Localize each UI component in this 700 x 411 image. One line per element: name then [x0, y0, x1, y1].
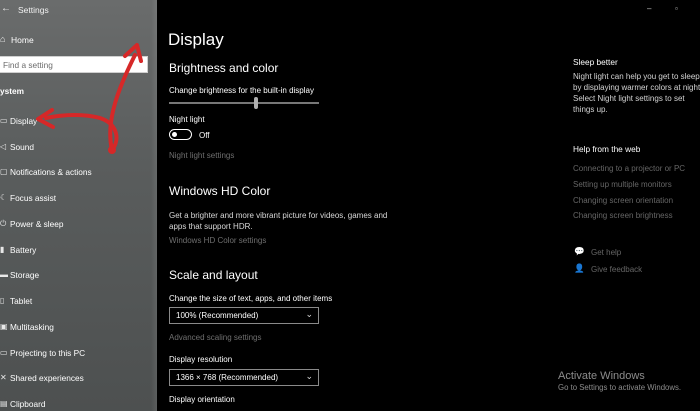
- help-web-heading: Help from the web: [573, 144, 641, 154]
- brightness-slider[interactable]: [169, 97, 319, 109]
- brightness-heading: Brightness and color: [169, 61, 279, 75]
- help-link-brightness[interactable]: Changing screen brightness: [573, 211, 673, 220]
- storage-icon: ▬: [0, 270, 8, 279]
- slider-thumb[interactable]: [254, 97, 258, 109]
- sidebar-item-focus-assist[interactable]: ☾ Focus assist: [0, 191, 150, 207]
- night-light-settings-link[interactable]: Night light settings: [169, 151, 234, 160]
- sleep-better-heading: Sleep better: [573, 57, 618, 67]
- monitor-icon: ▭: [0, 116, 8, 125]
- scale-heading: Scale and layout: [169, 268, 258, 282]
- search-placeholder: Find a setting: [3, 60, 53, 70]
- sidebar-item-label: Clipboard: [10, 399, 46, 409]
- advanced-scaling-link[interactable]: Advanced scaling settings: [169, 333, 262, 342]
- settings-sidebar: ← Settings ⌂ Home Find a setting ystem ▭…: [0, 0, 157, 411]
- page-title: Display: [168, 30, 224, 49]
- get-help-link[interactable]: Get help: [591, 248, 621, 257]
- sidebar-item-label: Tablet: [10, 296, 33, 306]
- share-icon: ✕: [0, 373, 7, 382]
- hdr-heading: Windows HD Color: [169, 184, 271, 198]
- project-icon: ▭: [0, 348, 8, 357]
- search-input[interactable]: Find a setting: [0, 56, 148, 73]
- sidebar-item-label: Notifications & actions: [10, 167, 92, 177]
- night-light-state: Off: [199, 131, 210, 140]
- resolution-dropdown[interactable]: 1366 × 768 (Recommended) ⌄: [169, 369, 319, 386]
- night-light-label: Night light: [169, 115, 205, 124]
- minimize-icon[interactable]: –: [647, 4, 651, 13]
- chevron-down-icon: ⌄: [305, 371, 313, 381]
- sidebar-item-power-sleep[interactable]: ⏻ Power & sleep: [0, 217, 150, 233]
- multitask-icon: ▣: [0, 322, 8, 331]
- brightness-slider-label: Change brightness for the built-in displ…: [169, 86, 314, 95]
- sidebar-item-clipboard[interactable]: ▤ Clipboard: [0, 397, 150, 411]
- sidebar-item-label: Display: [10, 116, 38, 126]
- orientation-label: Display orientation: [169, 395, 235, 404]
- power-icon: ⏻: [0, 219, 7, 228]
- scale-size-dropdown[interactable]: 100% (Recommended) ⌄: [169, 307, 319, 324]
- sidebar-item-label: Sound: [10, 142, 34, 152]
- resolution-label: Display resolution: [169, 355, 233, 364]
- app-title: Settings: [18, 5, 49, 15]
- sidebar-item-label: Battery: [10, 245, 37, 255]
- sidebar-item-shared-experiences[interactable]: ✕ Shared experiences: [0, 371, 150, 387]
- speaker-icon: ◁: [0, 142, 7, 151]
- title-bar: ← Settings: [0, 0, 157, 20]
- notification-icon: ▢: [0, 167, 8, 176]
- hdr-description: Get a brighter and more vibrant picture …: [169, 211, 388, 231]
- night-light-toggle[interactable]: [169, 129, 192, 140]
- tablet-icon: ▯: [0, 296, 5, 305]
- sidebar-item-multitasking[interactable]: ▣ Multitasking: [0, 320, 150, 336]
- nav-home-label: Home: [11, 35, 34, 45]
- battery-icon: ▮: [0, 245, 5, 254]
- sidebar-item-sound[interactable]: ◁ Sound: [0, 140, 150, 156]
- main-content: – ▫ Display Brightness and color Change …: [157, 0, 700, 411]
- chat-help-icon: 💬: [574, 246, 585, 256]
- activate-windows-title: Activate Windows: [558, 370, 645, 382]
- help-link-projector[interactable]: Connecting to a projector or PC: [573, 164, 685, 173]
- back-arrow-icon[interactable]: ←: [1, 3, 11, 14]
- moon-icon: ☾: [0, 193, 8, 202]
- help-link-orientation[interactable]: Changing screen orientation: [573, 196, 673, 205]
- hdr-settings-link[interactable]: Windows HD Color settings: [169, 236, 266, 245]
- home-icon: ⌂: [0, 34, 6, 44]
- sidebar-item-notifications[interactable]: ▢ Notifications & actions: [0, 165, 150, 181]
- scale-size-label: Change the size of text, apps, and other…: [169, 294, 333, 303]
- sidebar-item-label: Multitasking: [10, 322, 54, 332]
- clipboard-icon: ▤: [0, 399, 8, 408]
- sidebar-item-label: Projecting to this PC: [10, 348, 86, 358]
- sidebar-item-projecting[interactable]: ▭ Projecting to this PC: [0, 346, 150, 362]
- help-link-monitors[interactable]: Setting up multiple monitors: [573, 180, 672, 189]
- sidebar-item-display[interactable]: ▭ Display: [0, 114, 150, 130]
- slider-track: [169, 102, 319, 104]
- dropdown-value: 100% (Recommended): [176, 311, 259, 320]
- sidebar-item-label: Power & sleep: [10, 219, 64, 229]
- activate-windows-subtitle: Go to Settings to activate Windows.: [558, 383, 682, 392]
- sidebar-item-label: Shared experiences: [10, 373, 84, 383]
- give-feedback-link[interactable]: Give feedback: [591, 265, 642, 274]
- dropdown-value: 1366 × 768 (Recommended): [176, 373, 279, 382]
- sidebar-item-tablet[interactable]: ▯ Tablet: [0, 294, 150, 310]
- nav-home[interactable]: ⌂ Home: [0, 32, 150, 48]
- chevron-down-icon: ⌄: [305, 309, 313, 319]
- toggle-knob: [172, 131, 177, 137]
- sidebar-item-storage[interactable]: ▬ Storage: [0, 268, 150, 284]
- maximize-icon[interactable]: ▫: [675, 4, 678, 13]
- sidebar-item-label: Focus assist: [10, 193, 57, 203]
- sidebar-item-battery[interactable]: ▮ Battery: [0, 243, 150, 259]
- sleep-better-text: Night light can help you get to sleep by…: [573, 72, 700, 114]
- sidebar-item-label: Storage: [10, 270, 40, 280]
- feedback-icon: 👤: [574, 263, 585, 273]
- section-header-system: ystem: [0, 86, 24, 96]
